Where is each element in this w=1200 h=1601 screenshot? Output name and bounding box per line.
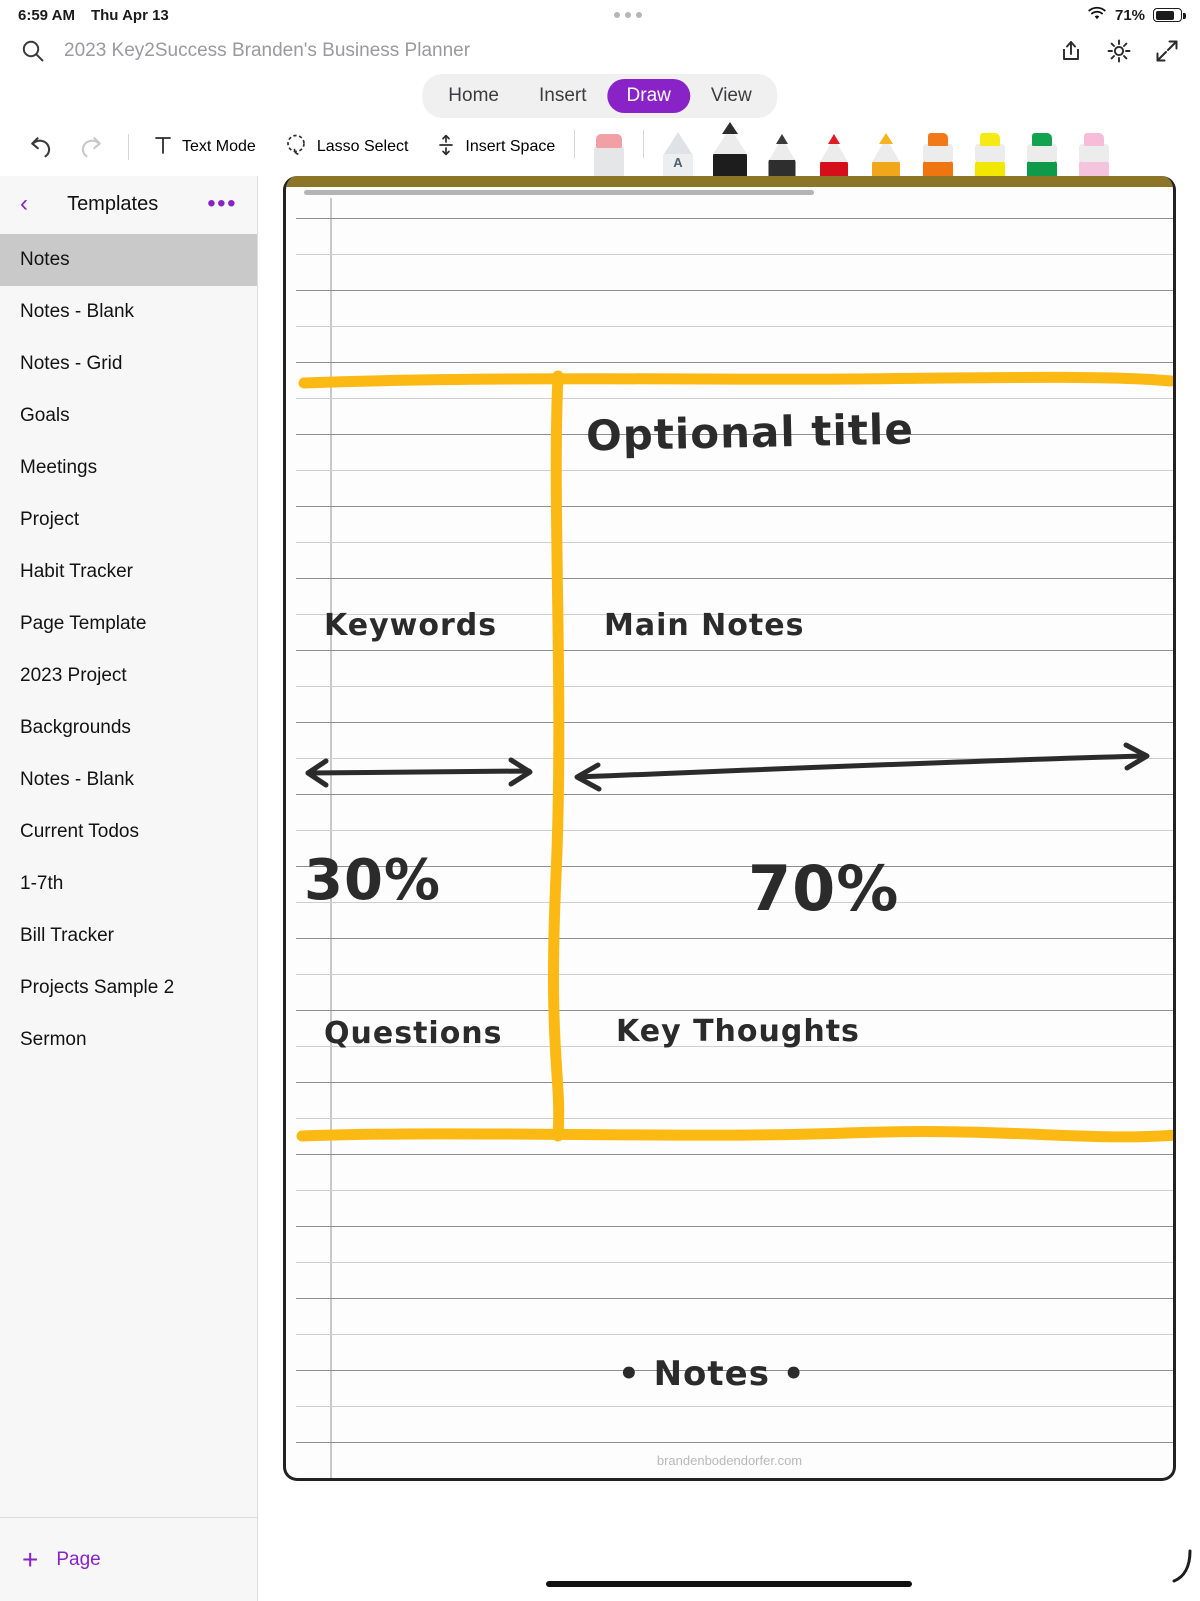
text-t-icon: [153, 134, 173, 161]
handwriting-key-thoughts: Key Thoughts: [616, 1014, 860, 1049]
text-pen-tool[interactable]: A: [652, 128, 704, 178]
lasso-icon: [284, 133, 308, 162]
document-title[interactable]: 2023 Key2Success Branden's Business Plan…: [64, 40, 470, 62]
status-date: Thu Apr 13: [90, 6, 169, 24]
handwriting-right-percent: 70%: [748, 852, 900, 925]
template-list: Notes Notes - Blank Notes - Grid Goals M…: [0, 232, 257, 1517]
pen-divider-2: [643, 130, 644, 158]
sidebar-item-page-template[interactable]: Page Template: [0, 598, 257, 650]
sidebar-item-notes-blank-2[interactable]: Notes - Blank: [0, 754, 257, 806]
document-title-bar: 2023 Key2Success Branden's Business Plan…: [0, 30, 1200, 72]
lasso-select-label: Lasso Select: [316, 138, 409, 155]
add-page-button[interactable]: + Page: [0, 1517, 257, 1601]
black-thin-pen-tool[interactable]: [756, 128, 808, 178]
add-page-label: Page: [56, 1548, 101, 1570]
sidebar-item-notes-grid[interactable]: Notes - Grid: [0, 338, 257, 390]
pen-divider-1: [574, 130, 575, 158]
sidebar-item-notes[interactable]: Notes: [0, 234, 257, 286]
tab-home[interactable]: Home: [429, 79, 518, 113]
tab-draw[interactable]: Draw: [607, 79, 690, 113]
plus-icon: +: [22, 1543, 39, 1575]
sidebar-item-bill-tracker[interactable]: Bill Tracker: [0, 910, 257, 962]
toolbar-divider-1: [128, 134, 129, 160]
handwriting-left-percent: 30%: [304, 848, 442, 913]
green-highlighter-tool[interactable]: [1016, 128, 1068, 178]
handwriting-keywords: Keywords: [324, 608, 498, 643]
eraser-tool[interactable]: [583, 128, 635, 178]
sidebar-header: ‹ Templates •••: [0, 176, 257, 232]
tab-insert[interactable]: Insert: [520, 79, 606, 113]
sidebar-item-backgrounds[interactable]: Backgrounds: [0, 702, 257, 754]
ribbon-tab-bar: Home Insert Draw View: [0, 72, 1200, 118]
sidebar-title: Templates: [67, 192, 159, 215]
sidebar-item-2023-project[interactable]: 2023 Project: [0, 650, 257, 702]
sidebar-item-notes-blank[interactable]: Notes - Blank: [0, 286, 257, 338]
ellipsis-icon[interactable]: •••: [207, 192, 237, 216]
handwriting-questions: Questions: [324, 1016, 503, 1051]
sidebar-item-meetings[interactable]: Meetings: [0, 442, 257, 494]
page-watermark: brandenbodendorfer.com: [656, 1453, 803, 1468]
undo-icon[interactable]: [14, 134, 66, 160]
templates-sidebar: ‹ Templates ••• Notes Notes - Blank Note…: [0, 176, 258, 1601]
status-bar: 6:59 AM Thu Apr 13 71%: [0, 0, 1200, 30]
sidebar-item-projects-sample-2[interactable]: Projects Sample 2: [0, 962, 257, 1014]
red-pen-tool[interactable]: [808, 128, 860, 178]
pink-highlighter-tool[interactable]: [1068, 128, 1120, 178]
main-area: ‹ Templates ••• Notes Notes - Blank Note…: [0, 176, 1200, 1601]
note-page[interactable]: Optional title Keywords Main Notes 30% 7…: [283, 176, 1176, 1481]
search-icon[interactable]: [16, 34, 50, 68]
status-time: 6:59 AM: [18, 6, 75, 24]
note-canvas[interactable]: Optional title Keywords Main Notes 30% 7…: [258, 176, 1200, 1601]
lasso-select-button[interactable]: Lasso Select: [270, 133, 423, 162]
black-marker-tool[interactable]: [704, 120, 756, 178]
share-icon[interactable]: [1054, 34, 1088, 68]
home-indicator[interactable]: [258, 1581, 1200, 1587]
handwriting-notes: • Notes •: [618, 1354, 806, 1394]
sidebar-item-project[interactable]: Project: [0, 494, 257, 546]
handwriting-main-notes: Main Notes: [604, 608, 805, 643]
insert-space-label: Insert Space: [465, 138, 556, 155]
yellow-highlighter-tool[interactable]: [964, 128, 1016, 178]
wifi-icon: [1087, 6, 1107, 25]
sidebar-item-sermon[interactable]: Sermon: [0, 1014, 257, 1066]
insert-space-icon: [436, 133, 456, 162]
yellow-pen-tool[interactable]: [860, 128, 912, 178]
text-mode-label: Text Mode: [182, 138, 256, 155]
sidebar-item-current-todos[interactable]: Current Todos: [0, 806, 257, 858]
handwriting-optional-title: Optional title: [585, 404, 915, 461]
redo-icon: [66, 134, 118, 160]
battery-icon: [1153, 8, 1186, 22]
expand-arrows-icon[interactable]: [1150, 34, 1184, 68]
sidebar-item-1-7th[interactable]: 1-7th: [0, 858, 257, 910]
text-mode-button[interactable]: Text Mode: [139, 134, 270, 161]
ink-arrows: [305, 742, 1150, 792]
battery-percent: 71%: [1114, 6, 1146, 24]
multitask-dots-icon[interactable]: [613, 12, 642, 18]
status-right-cluster: 71%: [1087, 6, 1186, 25]
draw-toolbar: Text Mode Lasso Select Insert Space A: [0, 118, 1200, 178]
sidebar-item-goals[interactable]: Goals: [0, 390, 257, 442]
orange-highlighter-tool[interactable]: [912, 128, 964, 178]
pen-tool-tray: A: [566, 120, 1200, 178]
ribbon-tabs: Home Insert Draw View: [422, 74, 778, 118]
tab-view[interactable]: View: [692, 79, 771, 113]
sidebar-item-habit-tracker[interactable]: Habit Tracker: [0, 546, 257, 598]
page-curl-icon[interactable]: [1168, 1549, 1194, 1583]
insert-space-button[interactable]: Insert Space: [422, 133, 569, 162]
gear-icon[interactable]: [1102, 34, 1136, 68]
